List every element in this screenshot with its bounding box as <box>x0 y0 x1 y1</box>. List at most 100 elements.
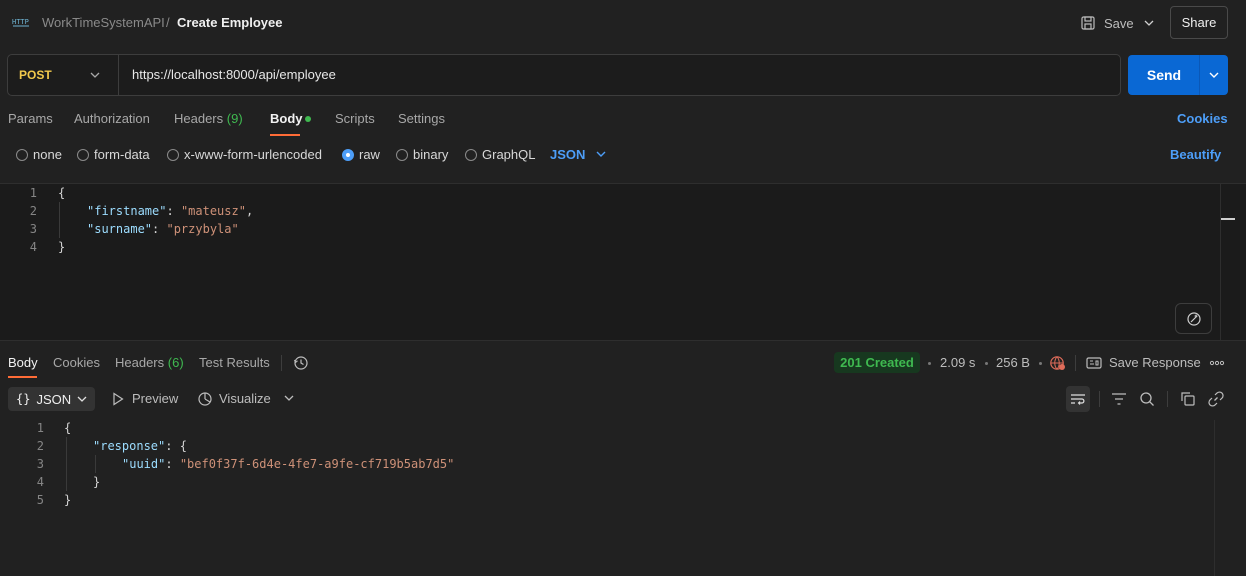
visualize-button[interactable]: Visualize <box>219 391 271 406</box>
json-key: "surname" <box>87 222 153 236</box>
ai-assist-button[interactable] <box>1175 303 1212 334</box>
json-key: "response" <box>93 439 166 453</box>
braces-icon: {} <box>16 392 31 406</box>
toolbar-divider <box>1099 391 1100 407</box>
meta-separator <box>985 362 988 365</box>
response-tab-cookies[interactable]: Cookies <box>53 355 100 370</box>
json-value: "bef0f37f-6d4e-4fe7-a9fe-cf719b5ab7d5" <box>179 457 455 471</box>
line-number: 3 <box>36 457 44 471</box>
response-tab-headers-label: Headers <box>115 355 165 370</box>
response-tab-headers-count: (6) <box>167 355 184 370</box>
history-icon[interactable] <box>293 355 309 371</box>
visualize-icon[interactable] <box>197 391 213 407</box>
request-title[interactable]: Create Employee <box>177 15 283 30</box>
preview-button[interactable]: Preview <box>132 391 178 406</box>
response-format-select[interactable]: {} JSON <box>8 387 95 411</box>
play-icon[interactable] <box>112 392 124 406</box>
code-line-response: "response": { <box>93 439 187 453</box>
response-size[interactable]: 256 B <box>996 355 1030 370</box>
method-chevron-down-icon[interactable] <box>88 68 102 82</box>
response-tab-divider <box>281 355 282 371</box>
tab-headers-count: (9) <box>226 111 243 126</box>
response-tab-test-results[interactable]: Test Results <box>199 355 270 370</box>
indent-guide <box>59 202 60 238</box>
code-brace-open: { <box>179 439 187 453</box>
tab-scripts[interactable]: Scripts <box>335 111 375 126</box>
code-brace-open: { <box>64 421 72 435</box>
response-tab-body[interactable]: Body <box>8 355 38 370</box>
beautify-link[interactable]: Beautify <box>1170 147 1221 162</box>
option-graphql-label[interactable]: GraphQL <box>482 147 535 162</box>
line-number: 4 <box>36 475 44 489</box>
radio-none[interactable] <box>16 149 28 161</box>
breadcrumb-collection[interactable]: WorkTimeSystemAPI <box>42 15 165 30</box>
option-none-label[interactable]: none <box>33 147 62 162</box>
tab-settings[interactable]: Settings <box>398 111 445 126</box>
json-value: "mateusz" <box>180 204 246 218</box>
line-number: 2 <box>36 439 44 453</box>
tab-params[interactable]: Params <box>8 111 53 126</box>
share-button[interactable]: Share <box>1170 6 1228 39</box>
code-brace-close: } <box>64 493 72 507</box>
tab-headers[interactable]: Headers (9) <box>174 111 243 126</box>
line-number: 4 <box>29 240 37 254</box>
more-options-icon[interactable] <box>1209 355 1225 371</box>
body-format-select[interactable]: JSON <box>550 147 585 162</box>
toolbar-divider <box>1167 391 1168 407</box>
link-icon[interactable] <box>1208 391 1224 407</box>
tab-authorization[interactable]: Authorization <box>74 111 150 126</box>
option-raw-label[interactable]: raw <box>359 147 380 162</box>
network-globe-icon[interactable] <box>1049 355 1066 371</box>
code-line-uuid: "uuid": "bef0f37f-6d4e-4fe7-a9fe-cf719b5… <box>122 457 455 471</box>
response-active-tab-indicator <box>8 376 37 378</box>
tab-headers-label: Headers <box>174 111 224 126</box>
url-input[interactable]: https://localhost:8000/api/employee <box>132 67 336 82</box>
code-brace-close: } <box>58 240 66 254</box>
radio-urlencoded[interactable] <box>167 149 179 161</box>
option-binary-label[interactable]: binary <box>413 147 448 162</box>
code-line-surname: "surname": "przybyla" <box>87 222 239 236</box>
wrap-lines-button[interactable] <box>1066 386 1090 412</box>
send-options-chevron-icon[interactable] <box>1200 55 1228 95</box>
save-options-chevron-icon[interactable] <box>1139 10 1159 36</box>
radio-form-data[interactable] <box>77 149 89 161</box>
wrap-lines-icon <box>1070 392 1086 406</box>
svg-text:HTTP: HTTP <box>12 18 29 26</box>
visualize-chevron-down-icon[interactable] <box>284 395 294 401</box>
method-selector[interactable]: POST <box>19 68 52 82</box>
option-form-data-label[interactable]: form-data <box>94 147 150 162</box>
editor-scroll-marker[interactable] <box>1221 218 1235 220</box>
chevron-down-icon <box>77 396 87 402</box>
search-icon[interactable] <box>1139 391 1155 407</box>
cookies-link[interactable]: Cookies <box>1177 111 1228 126</box>
tab-body[interactable]: Body <box>270 111 303 126</box>
radio-raw[interactable] <box>342 149 354 161</box>
code-line-firstname: "firstname": "mateusz", <box>87 204 254 218</box>
copy-icon[interactable] <box>1180 391 1196 407</box>
code-brace-open: { <box>58 186 66 200</box>
send-button[interactable]: Send <box>1128 55 1200 95</box>
radio-graphql[interactable] <box>465 149 477 161</box>
response-tab-headers[interactable]: Headers (6) <box>115 355 184 370</box>
json-key: "uuid" <box>122 457 166 471</box>
status-badge[interactable]: 201 Created <box>834 352 920 373</box>
http-request-icon: HTTP <box>12 15 30 29</box>
format-chevron-down-icon[interactable] <box>596 149 606 159</box>
filter-icon[interactable] <box>1111 392 1127 406</box>
meta-separator <box>928 362 931 365</box>
url-divider <box>118 55 119 95</box>
option-urlencoded-label[interactable]: x-www-form-urlencoded <box>184 147 322 162</box>
response-scroll-rail <box>1214 420 1215 576</box>
line-number: 5 <box>36 493 44 507</box>
save-response-button[interactable]: Save Response <box>1109 355 1201 370</box>
magic-wand-icon <box>1186 311 1202 327</box>
radio-binary[interactable] <box>396 149 408 161</box>
line-number: 2 <box>29 204 37 218</box>
save-icon <box>1080 15 1096 31</box>
body-modified-dot <box>305 116 311 122</box>
breadcrumb-separator: / <box>166 15 170 30</box>
meta-separator <box>1039 362 1042 365</box>
response-time[interactable]: 2.09 s <box>940 355 975 370</box>
save-label: Save <box>1104 15 1134 31</box>
save-response-icon[interactable] <box>1086 356 1102 370</box>
